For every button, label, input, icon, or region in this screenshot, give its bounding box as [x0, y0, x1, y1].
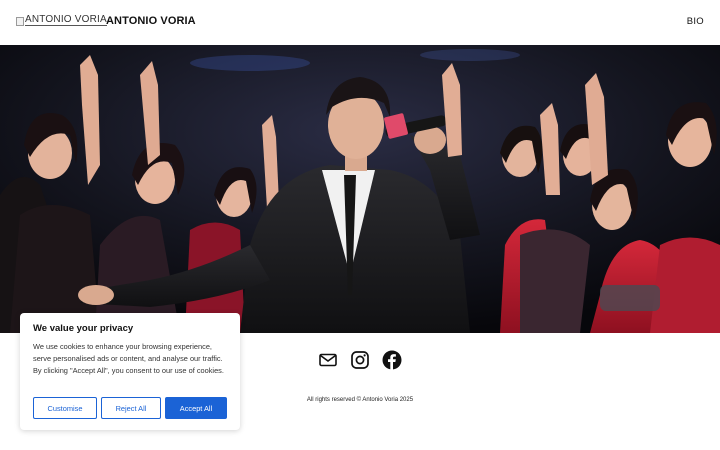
site-title[interactable]: ANTONIO VORIA: [106, 15, 196, 27]
site-header: ANTONIO VORIA ANTONIO VORIA BIO: [0, 0, 720, 45]
instagram-icon[interactable]: [350, 350, 370, 370]
broken-image-icon: [16, 17, 24, 26]
cookie-banner-actions: Customise Reject All Accept All: [33, 397, 227, 419]
accept-all-button[interactable]: Accept All: [165, 397, 227, 419]
cookie-banner-body: We use cookies to enhance your browsing …: [33, 342, 224, 375]
concert-performance-photo: [0, 45, 720, 333]
customise-button[interactable]: Customise: [33, 397, 97, 419]
cookie-banner-title: We value your privacy: [33, 323, 134, 334]
site-logo[interactable]: ANTONIO VORIA: [16, 15, 107, 27]
nav-link-bio[interactable]: BIO: [687, 16, 704, 27]
logo-alt-text: ANTONIO VORIA: [25, 14, 107, 26]
hero-image: [0, 45, 720, 333]
envelope-icon[interactable]: [318, 350, 338, 370]
cookie-consent-banner: We value your privacy We use cookies to …: [20, 313, 240, 430]
facebook-icon[interactable]: [382, 350, 402, 370]
reject-all-button[interactable]: Reject All: [101, 397, 161, 419]
